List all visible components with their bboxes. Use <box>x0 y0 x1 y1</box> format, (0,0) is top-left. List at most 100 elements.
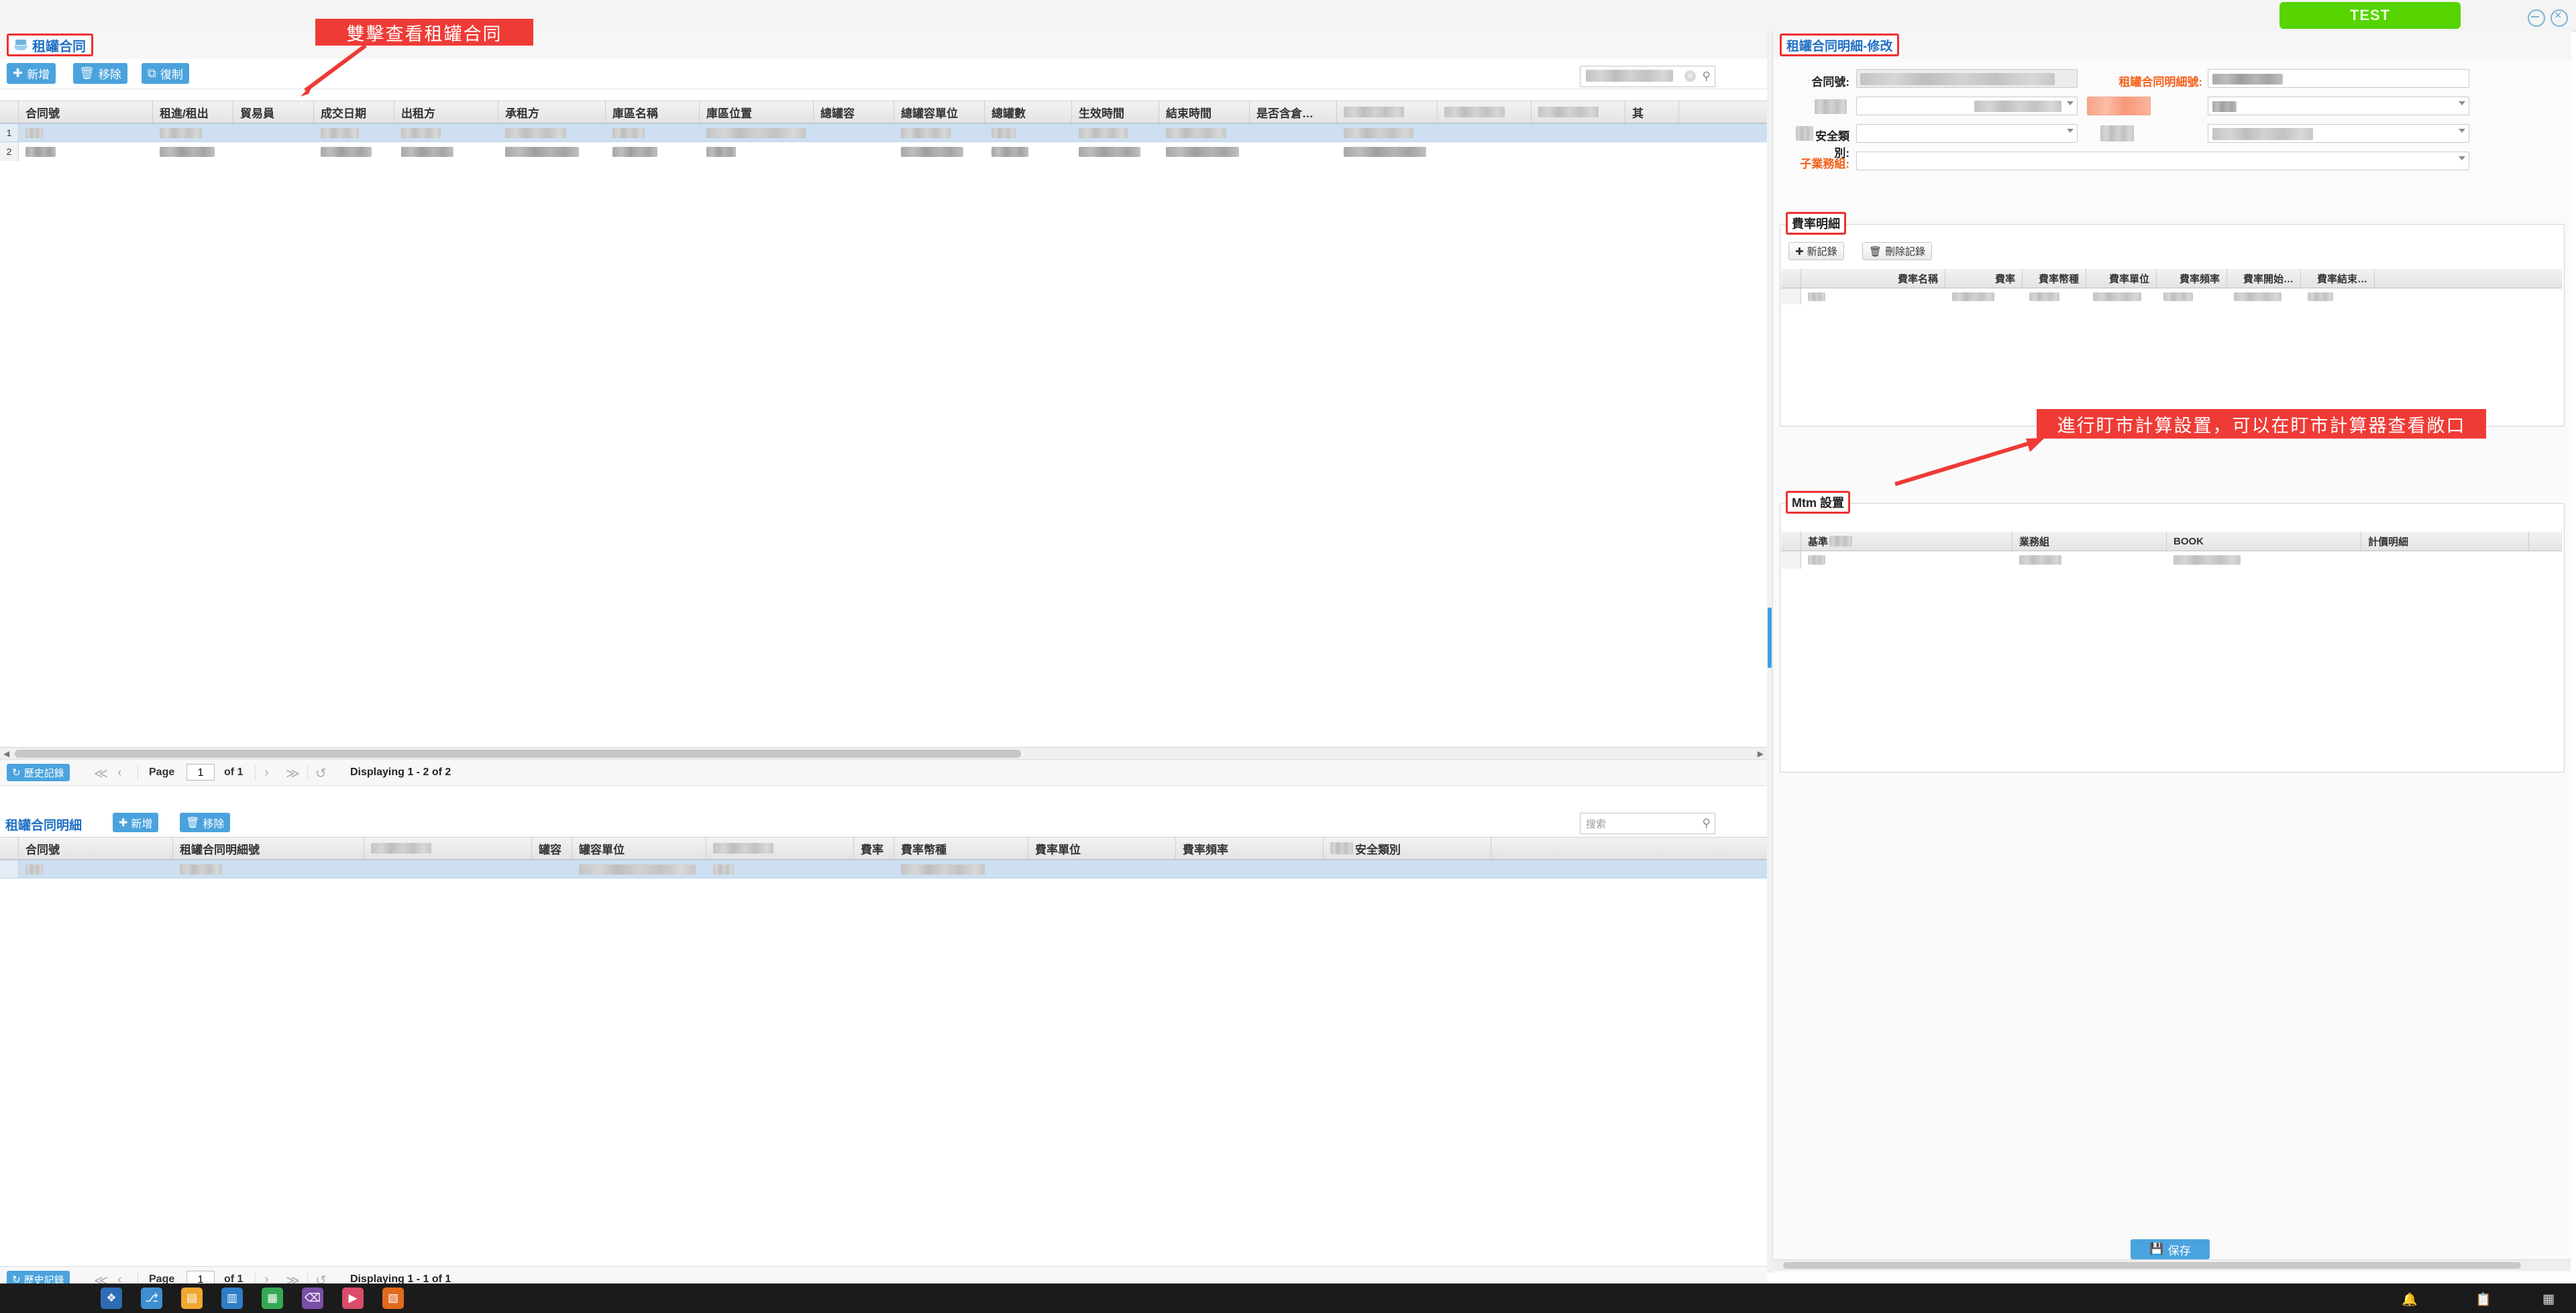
column-header[interactable] <box>706 838 854 859</box>
column-header[interactable] <box>1337 101 1438 123</box>
last-page-icon[interactable]: ≫ <box>286 765 300 782</box>
column-header[interactable]: 費率開始… <box>2227 269 2301 288</box>
column-header[interactable]: 租進/租出 <box>153 101 233 123</box>
table-cell[interactable] <box>394 146 498 157</box>
fee-new-record-button[interactable]: ✚ 新記錄 <box>1788 242 1844 260</box>
column-header[interactable]: 計價明細 <box>2361 532 2529 551</box>
form-field-3[interactable] <box>2208 97 2469 115</box>
sub-business-group-field[interactable] <box>1856 152 2469 170</box>
chevron-down-icon[interactable] <box>2459 129 2465 133</box>
table-cell[interactable] <box>700 127 814 138</box>
table-cell[interactable] <box>2012 555 2167 565</box>
column-header[interactable]: 費率單位 <box>1028 838 1176 859</box>
table-cell[interactable] <box>498 127 606 138</box>
column-header[interactable]: 生效時間 <box>1072 101 1159 123</box>
chevron-down-icon[interactable] <box>2067 129 2074 133</box>
column-header[interactable]: 合同號 <box>19 101 153 123</box>
column-header[interactable]: 是否含倉… <box>1250 101 1337 123</box>
form-field-2[interactable] <box>1856 97 2078 115</box>
table-cell[interactable] <box>1159 146 1250 157</box>
column-header[interactable]: 承租方 <box>498 101 606 123</box>
column-header[interactable]: 總罐數 <box>985 101 1072 123</box>
remove-button[interactable]: 🗑 移除 <box>73 63 127 84</box>
horizontal-scrollbar[interactable]: ◀ ▶ <box>0 747 1767 760</box>
table-cell[interactable] <box>173 864 364 874</box>
table-row[interactable] <box>1781 288 2562 304</box>
grid-icon[interactable]: ▦ <box>2542 1292 2555 1307</box>
app-writer-icon[interactable]: ▥ <box>221 1288 243 1309</box>
tab-rental-contract[interactable]: 租罐合同 <box>7 34 93 56</box>
app-terminal-icon[interactable]: ⌫ <box>302 1288 323 1309</box>
table-cell[interactable] <box>1072 146 1159 157</box>
column-header[interactable]: 費率幣種 <box>2023 269 2086 288</box>
table-cell[interactable] <box>19 864 173 874</box>
table-cell[interactable] <box>894 127 985 138</box>
detail-search-input[interactable]: 搜索 <box>1586 817 1606 831</box>
grid-body[interactable] <box>1781 551 2562 569</box>
column-header[interactable]: 其 <box>1625 101 1679 123</box>
app-calc-icon[interactable]: ▦ <box>262 1288 283 1309</box>
clipboard-icon[interactable]: 📋 <box>2475 1292 2491 1308</box>
table-cell[interactable] <box>2227 292 2301 301</box>
table-cell[interactable] <box>19 127 153 138</box>
first-page-icon[interactable]: ≪ <box>94 765 108 782</box>
table-cell[interactable] <box>2167 555 2361 565</box>
safety-class-field[interactable] <box>1856 124 2078 143</box>
app-sheets-icon[interactable]: ▧ <box>382 1288 404 1309</box>
table-cell[interactable] <box>1072 127 1159 138</box>
column-header[interactable]: 費率名稱 <box>1801 269 1945 288</box>
grid-body[interactable] <box>0 860 1767 878</box>
column-header[interactable]: 總罐容單位 <box>894 101 985 123</box>
column-header[interactable] <box>1438 101 1532 123</box>
column-header[interactable]: 庫區位置 <box>700 101 814 123</box>
table-cell[interactable] <box>2157 292 2227 301</box>
table-row[interactable]: 2 <box>0 142 1767 161</box>
bell-icon[interactable]: 🔔 <box>2402 1292 2418 1308</box>
column-header[interactable]: 總罐容 <box>814 101 894 123</box>
splitter-handle[interactable] <box>1768 608 1772 668</box>
table-cell[interactable] <box>19 146 153 157</box>
table-cell[interactable] <box>1337 146 1438 157</box>
column-header[interactable]: 費率單位 <box>2086 269 2157 288</box>
table-cell[interactable] <box>153 146 233 157</box>
save-button[interactable]: 💾 保存 <box>2131 1239 2210 1259</box>
scrollbar-thumb[interactable] <box>15 750 1021 758</box>
column-header[interactable]: 費率結束… <box>2301 269 2375 288</box>
table-cell[interactable] <box>1801 555 2012 565</box>
refresh-icon[interactable]: ↺ <box>315 765 327 782</box>
column-header[interactable]: 費率頻率 <box>1176 838 1324 859</box>
detail-remove-button[interactable]: 🗑 移除 <box>180 813 231 832</box>
fee-grid[interactable]: 費率名稱 費率 費率幣種 費率單位 費率頻率 費率開始… 費率結束… <box>1781 269 2562 304</box>
column-header[interactable]: 庫區名稱 <box>606 101 700 123</box>
table-cell[interactable] <box>985 127 1072 138</box>
chevron-down-icon[interactable] <box>2459 156 2465 160</box>
table-row[interactable]: 1 <box>0 123 1767 142</box>
app-media-icon[interactable]: ▶ <box>342 1288 364 1309</box>
column-header[interactable]: 合同號 <box>19 838 173 859</box>
rental-contract-detail-grid[interactable]: 合同號 租罐合同明細號 罐容 罐容單位 費率 費率幣種 費率單位 費率頻率 安全類別 <box>0 837 1767 1267</box>
scrollbar-thumb[interactable] <box>1783 1262 2521 1269</box>
column-header[interactable]: 罐容 <box>532 838 572 859</box>
column-header[interactable]: 費率頻率 <box>2157 269 2227 288</box>
column-header[interactable]: 業務組 <box>2012 532 2167 551</box>
detail-add-button[interactable]: ✚ 新增 <box>113 813 159 832</box>
table-cell[interactable] <box>700 146 814 157</box>
app-penguin-icon[interactable]: ❖ <box>101 1288 122 1309</box>
table-cell[interactable] <box>985 146 1072 157</box>
table-cell[interactable] <box>2301 292 2375 301</box>
test-environment-badge[interactable]: TEST <box>2279 2 2461 29</box>
table-cell[interactable] <box>314 127 394 138</box>
table-cell[interactable] <box>1337 127 1438 138</box>
table-row[interactable] <box>0 860 1767 878</box>
column-header[interactable]: 結束時間 <box>1159 101 1250 123</box>
app-network-icon[interactable]: ⎇ <box>141 1288 162 1309</box>
mtm-grid[interactable]: 基準 業務組 BOOK 計價明細 <box>1781 532 2562 569</box>
prev-page-icon[interactable]: ‹ <box>117 765 122 781</box>
clear-icon[interactable]: ✕ <box>1684 70 1696 82</box>
search-icon[interactable]: ⚲ <box>1703 817 1711 830</box>
table-cell[interactable] <box>394 127 498 138</box>
form-field-4[interactable] <box>2208 124 2469 143</box>
column-header[interactable]: 出租方 <box>394 101 498 123</box>
column-header[interactable]: 費率幣種 <box>894 838 1028 859</box>
table-cell[interactable] <box>572 864 706 874</box>
